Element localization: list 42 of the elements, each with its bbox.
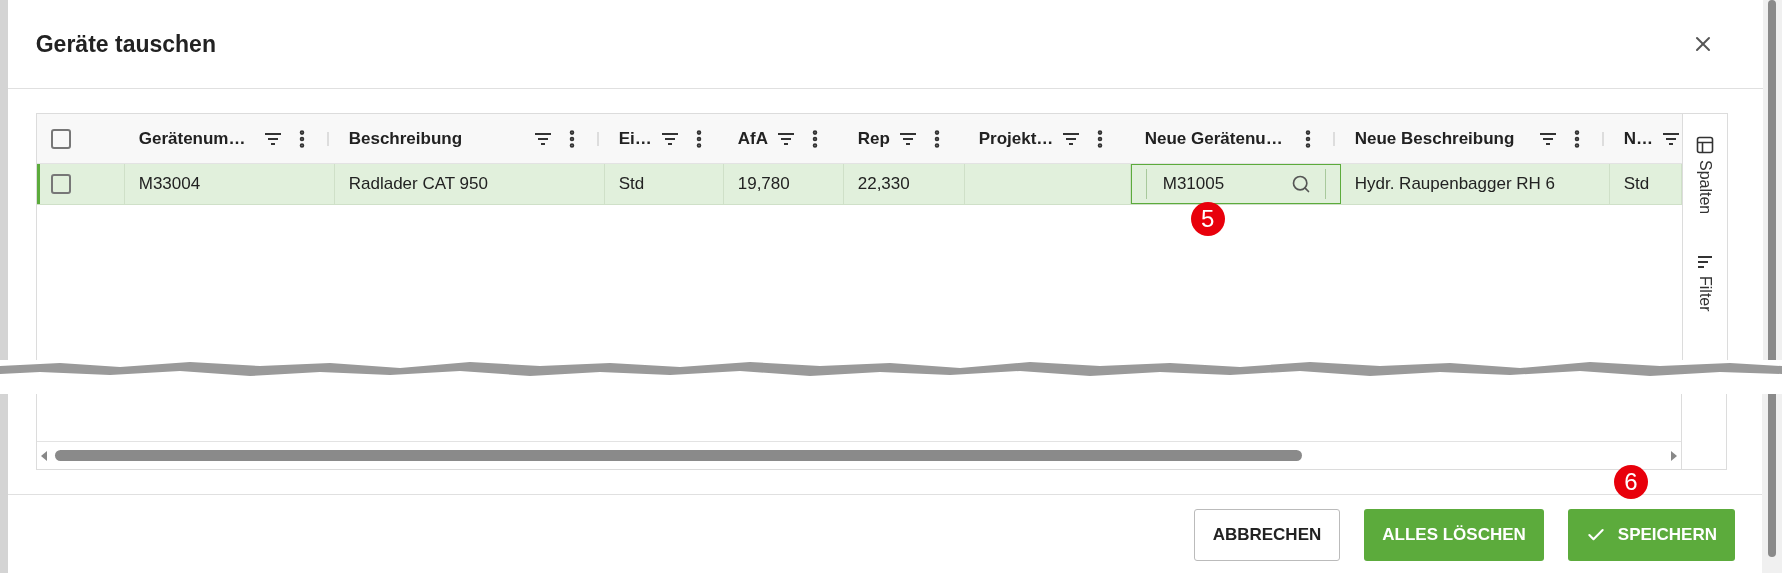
filter-icon[interactable] <box>1061 130 1082 147</box>
table-cell: Std <box>1609 164 1682 204</box>
field-value: M31005 <box>1162 173 1225 196</box>
filter-icon[interactable] <box>532 130 553 147</box>
column-header[interactable]: N… <box>1609 114 1682 163</box>
column-header[interactable]: Rep <box>843 114 965 163</box>
table-row[interactable]: M33004 Radlader CAT 950 Std 19,780 22,330 M31005 Hydr. Raupenbagger RH 6 Std <box>36 164 1682 205</box>
page-scrollbar[interactable] <box>1762 394 1782 573</box>
table-cell: Std <box>604 164 724 204</box>
search-icon[interactable] <box>1290 174 1311 194</box>
scroll-right-icon[interactable] <box>1671 450 1677 461</box>
filter-icon[interactable] <box>897 130 918 147</box>
step-badge: 6 <box>1614 465 1648 499</box>
step-badge: 5 <box>1190 202 1225 236</box>
table-cell: 22,330 <box>843 164 965 204</box>
filter-icon <box>1695 254 1714 271</box>
table-cell: M33004 <box>124 164 335 204</box>
column-header[interactable]: AfA <box>723 114 844 163</box>
table-cell: Hydr. Raupenbagger RH 6 <box>1340 164 1610 204</box>
filter-icon[interactable] <box>775 130 796 147</box>
column-header[interactable]: Beschreibung <box>334 114 605 163</box>
column-header[interactable]: Neue Beschreibung <box>1340 114 1610 163</box>
filter-icon[interactable] <box>1661 130 1681 147</box>
table-cell: Radlader CAT 950 <box>334 164 605 204</box>
side-panel-tab[interactable]: Filter <box>1692 254 1717 312</box>
column-header[interactable]: Neue Gerätenu… <box>1130 114 1341 163</box>
filter-icon[interactable] <box>1537 130 1558 147</box>
scroll-left-icon[interactable] <box>41 450 47 461</box>
column-header[interactable]: Projekt… <box>964 114 1131 163</box>
dialog-title: Geräte tauschen <box>35 29 216 59</box>
checkbox[interactable] <box>50 128 71 149</box>
page-scrollbar[interactable] <box>1762 0 1782 360</box>
dialog-button[interactable]: ABBRECHEN <box>1193 509 1341 561</box>
table-icon <box>1695 136 1714 154</box>
side-panel-tab[interactable]: Spalten <box>1692 136 1717 215</box>
column-header[interactable]: Gerätenum… <box>124 114 335 163</box>
table-cell: 19,780 <box>723 164 844 204</box>
filter-icon[interactable] <box>262 130 283 147</box>
column-header[interactable]: Ei… <box>604 114 724 163</box>
lookup-field[interactable]: M31005 <box>1130 164 1341 204</box>
filter-icon[interactable] <box>659 130 680 147</box>
checkbox[interactable] <box>50 174 71 194</box>
